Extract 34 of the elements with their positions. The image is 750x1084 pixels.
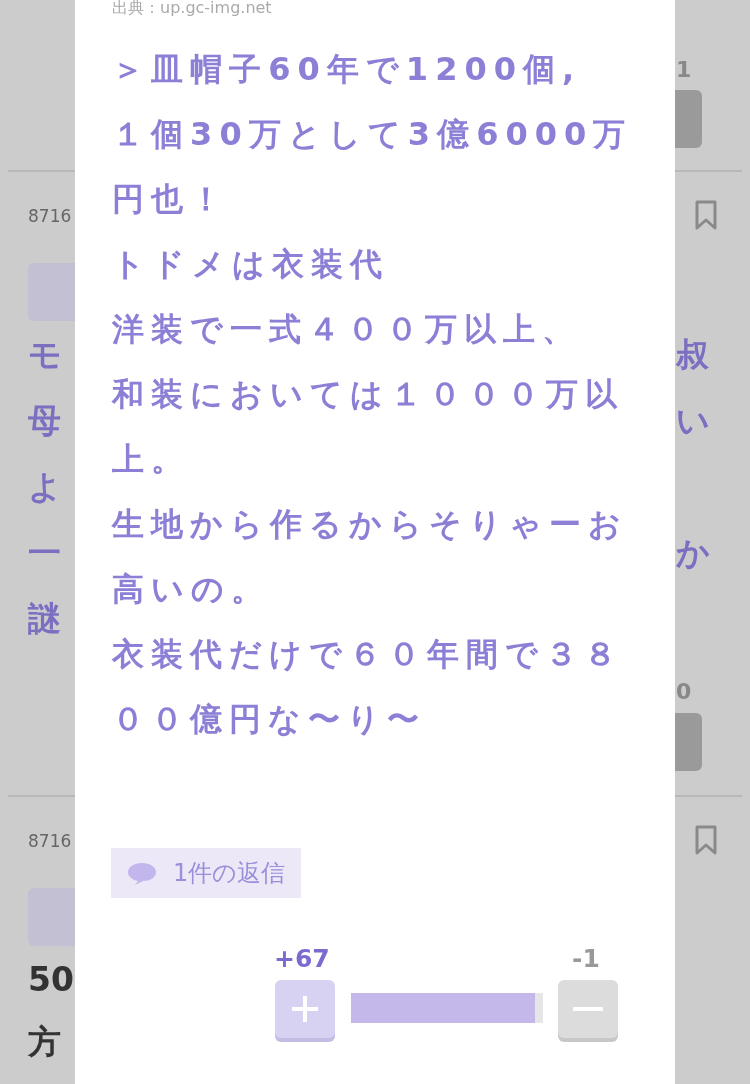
post-text: 50: [28, 959, 74, 1001]
comment-text: トドメは衣装代: [112, 244, 391, 285]
post-number: 8716: [28, 830, 72, 853]
comment-text: １個30万として3億6000万: [112, 114, 634, 155]
post-text: 謎: [28, 598, 61, 640]
post-text: 一: [28, 532, 61, 574]
replies-button[interactable]: 1件の返信: [111, 848, 302, 898]
downvote-count: -1: [572, 943, 600, 975]
comment-text: 生地から作るからそりゃーお: [112, 504, 630, 545]
plus-icon: [290, 994, 320, 1024]
post-text: よ: [28, 466, 62, 508]
comment-text: ００億円な〜り〜: [112, 699, 428, 740]
post-text: 叔: [676, 334, 709, 376]
post-number: 8716: [28, 205, 72, 228]
post-text: 方: [28, 1021, 61, 1063]
comment-text: 衣装代だけで６０年間で３８: [112, 634, 625, 675]
vote-count: 0: [676, 678, 692, 706]
bookmark-icon[interactable]: [694, 825, 718, 855]
speech-bubble-icon: [127, 861, 157, 885]
comment-text: 上。: [112, 439, 192, 480]
post-text: か: [676, 532, 710, 574]
comment-text: ＞皿帽子60年で1200個,: [112, 49, 583, 90]
vote-count: 1: [676, 56, 692, 84]
post-text: い: [676, 400, 710, 442]
bookmark-icon[interactable]: [694, 200, 718, 230]
source-text: 出典：up.gc-img.net: [112, 0, 272, 16]
comment-text: 洋装で一式４００万以上、: [112, 309, 583, 350]
upvote-count: +67: [274, 943, 330, 975]
post-text: モ: [28, 334, 62, 376]
minus-icon: [573, 1007, 603, 1011]
comment-text: 和装においては１０００万以: [112, 374, 626, 415]
post-text: 母: [28, 400, 61, 442]
comment-text: 高いの。: [112, 569, 272, 610]
comment-text: 円也！: [112, 179, 231, 220]
